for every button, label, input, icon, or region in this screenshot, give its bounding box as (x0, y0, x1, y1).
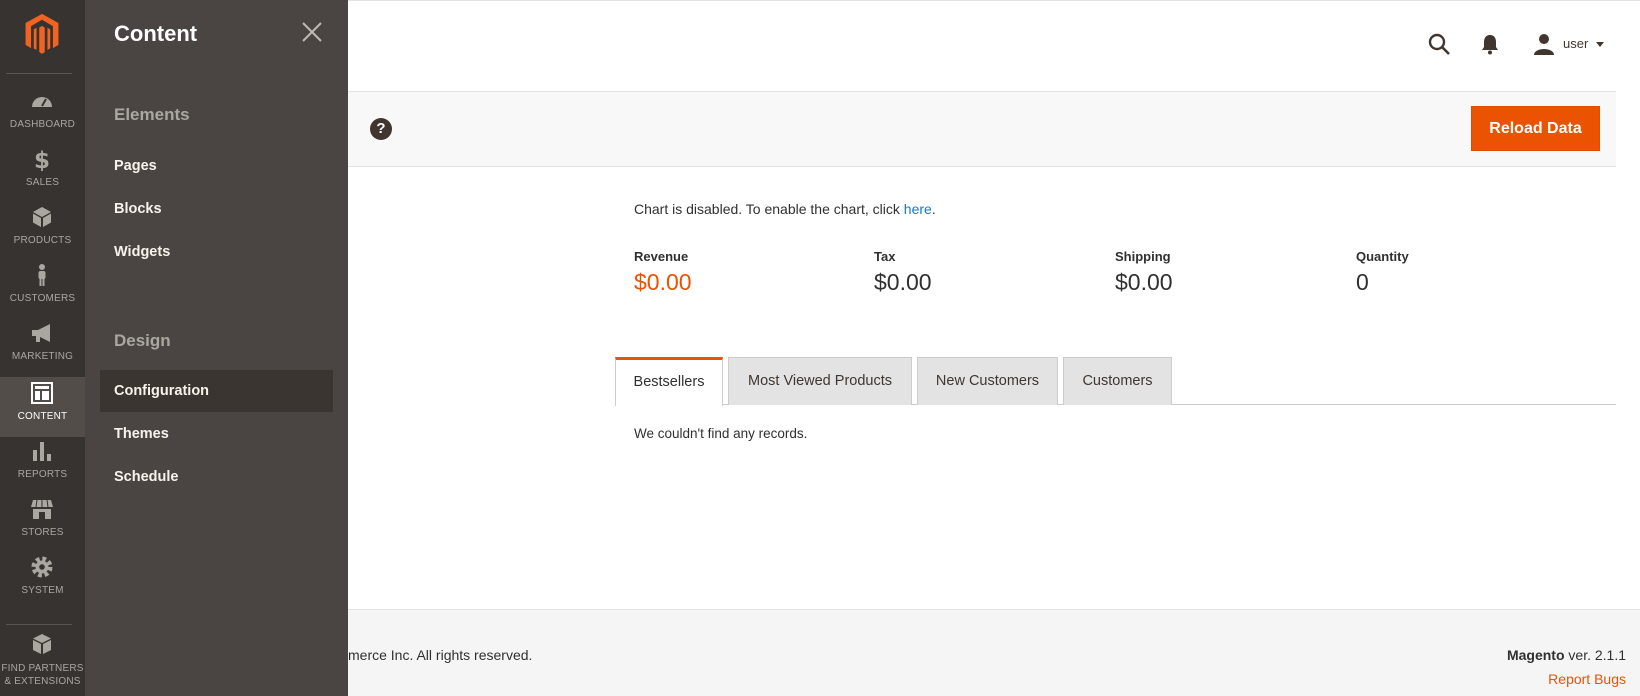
nav-label: FIND PARTNERS & EXTENSIONS (1, 663, 84, 687)
total-shipping: Shipping $0.00 (1115, 249, 1173, 296)
total-tax: Tax $0.00 (874, 249, 932, 296)
reload-data-button[interactable]: Reload Data (1471, 106, 1600, 151)
nav-label: PRODUCTS (13, 235, 72, 246)
layout-icon (31, 382, 53, 404)
dashboard-icon (32, 97, 52, 107)
nav-label: MARKETING (11, 351, 74, 362)
flyout-title: Content (114, 21, 198, 46)
total-label: Tax (874, 249, 896, 264)
total-value: $0.00 (634, 269, 692, 295)
flyout-link-pages[interactable]: Pages (100, 145, 333, 187)
copyright-text: merce Inc. All rights reserved. (348, 647, 533, 663)
nav-item-stores[interactable]: STORES (0, 493, 85, 553)
nav-label: STORES (21, 527, 64, 538)
user-icon (1534, 34, 1554, 55)
nav-item-customers[interactable]: CUSTOMERS (0, 259, 85, 319)
help-icon[interactable]: ? (370, 118, 392, 140)
content-flyout-menu: Content Elements Pages Blocks Widgets De… (85, 0, 348, 696)
storefront-icon (31, 499, 53, 519)
search-icon[interactable] (1427, 32, 1451, 56)
nav-item-marketing[interactable]: MARKETING (0, 317, 85, 377)
bell-icon[interactable] (1478, 32, 1502, 56)
nav-label: REPORTS (17, 469, 68, 480)
nav-label: DASHBOARD (9, 119, 76, 130)
flyout-link-blocks[interactable]: Blocks (100, 188, 333, 230)
tab-new-customers[interactable]: New Customers (917, 357, 1058, 405)
nav-label: SALES (25, 177, 60, 188)
version-info: Magento ver. 2.1.1 (1506, 647, 1626, 663)
report-bugs-link[interactable]: Report Bugs (1548, 671, 1626, 687)
flyout-link-themes[interactable]: Themes (100, 413, 333, 455)
nav-item-products[interactable]: PRODUCTS (0, 201, 85, 261)
tab-bestsellers[interactable]: Bestsellers (615, 357, 723, 406)
nav-item-reports[interactable]: REPORTS (0, 435, 85, 495)
flyout-link-widgets[interactable]: Widgets (100, 231, 333, 273)
bar-chart-icon (33, 442, 51, 461)
total-label: Shipping (1115, 249, 1171, 264)
nav-item-sales[interactable]: $ SALES (0, 143, 85, 203)
tab-most-viewed-products[interactable]: Most Viewed Products (728, 357, 912, 405)
magento-logo-icon[interactable] (22, 12, 62, 54)
nav-divider (6, 624, 72, 625)
cube-icon (33, 634, 51, 654)
close-icon[interactable] (300, 20, 324, 44)
dollar-icon: $ (34, 148, 50, 171)
empty-records-message: We couldn't find any records. (634, 426, 808, 441)
flyout-link-configuration[interactable]: Configuration (100, 370, 333, 412)
nav-label: CONTENT (17, 411, 68, 422)
megaphone-icon (32, 324, 50, 342)
nav-item-content[interactable]: CONTENT (0, 377, 85, 437)
nav-item-system[interactable]: SYSTEM (0, 551, 85, 611)
user-name: user (1563, 36, 1589, 51)
chart-disabled-message: Chart is disabled. To enable the chart, … (634, 201, 936, 217)
flyout-section-heading: Design (114, 331, 171, 350)
total-quantity: Quantity 0 (1356, 249, 1409, 296)
nav-item-dashboard[interactable]: DASHBOARD (0, 85, 85, 145)
person-icon (38, 264, 46, 286)
flyout-section-heading: Elements (114, 105, 190, 124)
nav-label: CUSTOMERS (9, 293, 76, 304)
total-revenue: Revenue $0.00 (634, 249, 692, 296)
tab-customers[interactable]: Customers (1063, 357, 1172, 405)
enable-chart-link[interactable]: here (904, 201, 932, 217)
gear-icon (31, 556, 53, 578)
total-value: $0.00 (874, 269, 932, 295)
dashboard-tabs: Bestsellers Most Viewed Products New Cus… (615, 357, 1616, 406)
flyout-link-schedule[interactable]: Schedule (100, 456, 333, 498)
chevron-down-icon (1596, 42, 1604, 47)
page-actions-bar: ? Reload Data (348, 91, 1616, 167)
total-label: Revenue (634, 249, 689, 264)
nav-label: SYSTEM (21, 585, 64, 596)
total-value: $0.00 (1115, 269, 1173, 295)
total-label: Quantity (1356, 249, 1409, 264)
total-value: 0 (1356, 269, 1369, 295)
svg-text:$: $ (34, 148, 50, 171)
admin-sidebar: DASHBOARD $ SALES PRODUCTS CUSTOMERS MAR… (0, 0, 85, 696)
box-icon (33, 207, 51, 227)
nav-item-find-partners[interactable]: FIND PARTNERS & EXTENSIONS (0, 629, 85, 696)
nav-divider (6, 73, 72, 74)
page-footer: merce Inc. All rights reserved. Magento … (348, 609, 1640, 696)
page-header: user (348, 0, 1640, 91)
